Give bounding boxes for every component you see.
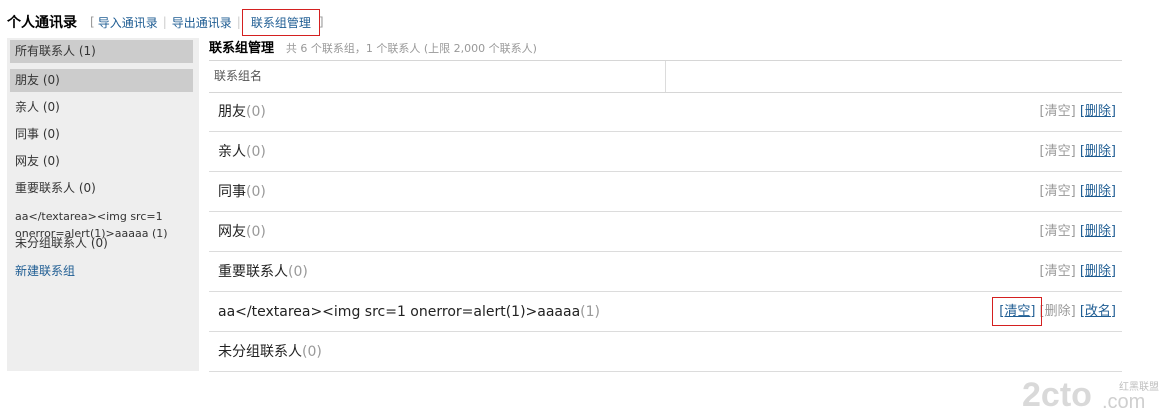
row-actions: [清空] [删除] [1040,92,1116,132]
clear-button[interactable]: [清空] [1040,264,1076,279]
delete-button[interactable]: [删除] [1080,184,1116,199]
column-divider [665,61,666,92]
top-nav: 个人通讯录 [ 导入通讯录 | 导出通讯录 | 联系组管理 ] [7,8,324,36]
group-name: 同事(0) [218,184,266,200]
delete-button[interactable]: [删除] [1040,304,1076,319]
page-title: 个人通讯录 [7,15,77,31]
column-header-group-name: 联系组名 [214,69,263,83]
group-name: 亲人(0) [218,144,266,160]
table-row: aa</textarea><img src=1 onerror=alert(1)… [209,292,1122,332]
logo-domain-text: .com [1102,391,1145,413]
sidebar-item-ungrouped[interactable]: 未分组联系人 (0) [15,234,108,251]
group-name: 网友(0) [218,224,266,240]
row-actions: [清空] [删除] [1040,132,1116,172]
clear-button[interactable]: [清空] [1040,224,1076,239]
group-name: aa</textarea><img src=1 onerror=alert(1)… [218,304,600,320]
bracket-close: ] [318,15,324,29]
sidebar-item-important[interactable]: 重要联系人 (0) [10,177,193,200]
table-row: 未分组联系人(0) [209,332,1122,372]
sidebar-item-all-contacts[interactable]: 所有联系人 (1) [10,40,193,63]
clear-button[interactable]: [清空] [1040,184,1076,199]
logo-tag-text: 红黑联盟 [1119,380,1159,393]
panel-title: 联系组管理 [209,41,275,56]
group-management-link[interactable]: 联系组管理 [241,8,320,36]
delete-button[interactable]: [删除] [1080,104,1116,119]
table-row: 重要联系人(0) [清空] [删除] [209,252,1122,292]
group-management-panel: 联系组管理 共 6 个联系组，1 个联系人 (上限 2,000 个联系人) 联系… [209,38,1122,372]
group-table: 朋友(0) [清空] [删除] 亲人(0) [清空] [删除] 同事(0) [清… [209,92,1122,372]
separator: | [162,15,167,29]
table-header: 联系组名 [209,60,1122,93]
new-group-link[interactable]: 新建联系组 [15,262,75,279]
group-name: 重要联系人(0) [218,264,308,280]
sidebar-item-friends[interactable]: 朋友 (0) [10,69,193,92]
table-row: 网友(0) [清空] [删除] [209,212,1122,252]
delete-button[interactable]: [删除] [1080,224,1116,239]
sidebar: 所有联系人 (1) 朋友 (0) 亲人 (0) 同事 (0) 网友 (0) 重要… [7,38,199,371]
delete-button[interactable]: [删除] [1080,264,1116,279]
group-summary: 共 6 个联系组，1 个联系人 (上限 2,000 个联系人) [285,42,537,55]
sidebar-item-family[interactable]: 亲人 (0) [10,96,193,119]
clear-button[interactable]: [清空] [1040,104,1076,119]
row-actions: [清空] [删除] [1040,252,1116,292]
logo-brand-text: 2cto [1022,376,1092,414]
row-actions: [清空] [删除] [改名] [992,292,1116,332]
sidebar-item-netfriends[interactable]: 网友 (0) [10,150,193,173]
delete-button[interactable]: [删除] [1080,144,1116,159]
table-row: 朋友(0) [清空] [删除] [209,92,1122,132]
row-actions: [清空] [删除] [1040,172,1116,212]
table-row: 亲人(0) [清空] [删除] [209,132,1122,172]
rename-button[interactable]: [改名] [1080,304,1116,319]
export-contacts-link[interactable]: 导出通讯录 [169,14,235,31]
clear-button[interactable]: [清空] [1040,144,1076,159]
clear-button[interactable]: [清空] [992,297,1043,326]
table-row: 同事(0) [清空] [删除] [209,172,1122,212]
separator: | [236,15,241,29]
logo-2cto: 2cto .com 红黑联盟 [1022,376,1159,414]
sidebar-item-colleagues[interactable]: 同事 (0) [10,123,193,146]
watermark-logo: 2cto .com 红黑联盟 [1022,374,1162,414]
import-contacts-link[interactable]: 导入通讯录 [95,14,161,31]
row-actions: [清空] [删除] [1040,212,1116,252]
group-name: 未分组联系人(0) [218,344,322,360]
group-name: 朋友(0) [218,104,266,120]
